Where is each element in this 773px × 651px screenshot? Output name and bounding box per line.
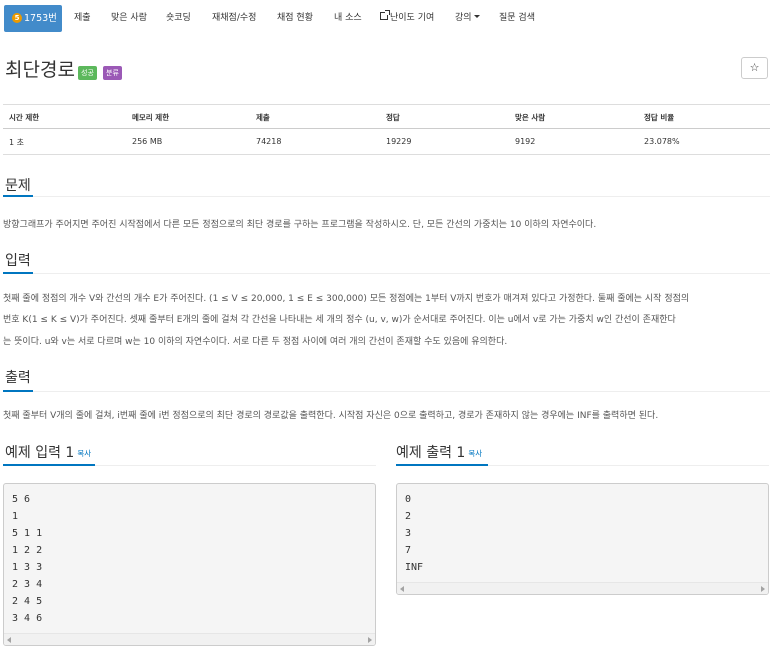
sample-output-content: 0 2 3 7 INF <box>397 484 768 576</box>
sample-input-line: 3 4 6 <box>12 613 43 624</box>
output-text: 첫째 줄부터 V개의 줄에 걸쳐, i번째 줄에 i번 정점으로의 최단 경로의… <box>3 411 659 421</box>
sample-input-scrollbar[interactable] <box>4 633 375 645</box>
sample-output-line: 3 <box>405 528 412 539</box>
header-time-limit: 시간 제한 <box>9 113 40 122</box>
sample-input-box[interactable]: 5 6 1 5 1 1 1 2 2 1 3 3 2 3 4 2 4 5 3 4 … <box>3 483 376 646</box>
category-badge[interactable]: 분류 <box>103 66 122 80</box>
sample-input-line: 1 <box>12 511 19 522</box>
nav-accepted-users[interactable]: 맞은 사람 <box>111 0 147 37</box>
problem-menu: 5 1753번 제출 맞은 사람 숏코딩 재채점/수정 채점 현황 내 소스 난이… <box>0 0 773 37</box>
nav-status[interactable]: 채점 현황 <box>277 0 313 37</box>
sample-input-heading: 예제 입력 1 복사 <box>5 442 91 462</box>
table-bottom-border <box>3 154 770 155</box>
description-text: 방향그래프가 주어지면 주어진 시작점에서 다른 모든 정점으로의 최단 경로를… <box>3 220 597 230</box>
nav-short-coding[interactable]: 숏코딩 <box>166 0 191 37</box>
sample-input-rule <box>95 465 376 466</box>
value-accepted-users: 9192 <box>515 137 536 146</box>
sample-input-line: 2 4 5 <box>12 596 43 607</box>
table-header-border <box>3 128 770 129</box>
star-icon: ☆ <box>749 61 760 74</box>
nav-rejudge[interactable]: 재채점/수정 <box>212 0 256 37</box>
status-badge: 성공 <box>78 66 97 80</box>
value-memory-limit: 256 MB <box>132 137 163 146</box>
value-accepted: 19229 <box>386 137 412 146</box>
scroll-left-icon[interactable] <box>7 637 11 643</box>
table-top-border <box>3 104 770 105</box>
caret-down-icon <box>473 15 480 18</box>
sample-input-underline <box>3 464 95 466</box>
nav-lectures-label: 강의 <box>455 13 472 23</box>
header-memory-limit: 메모리 제한 <box>132 113 170 122</box>
value-submissions: 74218 <box>256 137 282 146</box>
nav-difficulty-contribution[interactable]: 난이도 기여 <box>380 0 434 37</box>
input-text-line-1: 첫째 줄에 정점의 개수 V와 간선의 개수 E가 주어진다. (1 ≤ V ≤… <box>3 294 690 304</box>
sample-output-underline <box>396 464 488 466</box>
copy-sample-input-button[interactable]: 복사 <box>77 449 91 458</box>
description-rule <box>33 196 770 197</box>
sample-output-line: INF <box>405 562 424 573</box>
input-heading: 입력 <box>5 253 31 269</box>
sample-input-content: 5 6 1 5 1 1 1 2 2 1 3 3 2 3 4 2 4 5 3 4 … <box>4 484 375 627</box>
problem-title: 최단경로 <box>5 59 75 81</box>
sample-input-line: 1 2 2 <box>12 545 43 556</box>
value-time-limit: 1 초 <box>9 138 24 147</box>
sample-output-heading: 예제 출력 1 복사 <box>396 442 482 462</box>
copy-sample-output-button[interactable]: 복사 <box>468 449 482 458</box>
sample-output-line: 2 <box>405 511 412 522</box>
header-submissions: 제출 <box>256 113 270 122</box>
output-heading-underline <box>3 390 33 392</box>
sample-output-title: 예제 출력 1 <box>396 445 466 461</box>
sample-output-rule <box>488 465 769 466</box>
nav-submit[interactable]: 제출 <box>74 0 91 37</box>
sample-output-line: 0 <box>405 494 412 505</box>
sample-input-line: 1 3 3 <box>12 562 43 573</box>
nav-lectures-dropdown[interactable]: 강의 <box>455 0 480 37</box>
input-heading-underline <box>3 272 33 274</box>
nav-question-search[interactable]: 질문 검색 <box>499 0 535 37</box>
nav-difficulty-label: 난이도 기여 <box>390 13 435 23</box>
scroll-right-icon[interactable] <box>368 637 372 643</box>
sample-output-box[interactable]: 0 2 3 7 INF <box>396 483 769 595</box>
value-ratio: 23.078% <box>644 137 680 146</box>
input-text-line-2: 번호 K(1 ≤ K ≤ V)가 주어진다. 셋째 줄부터 E개의 줄에 걸쳐 … <box>3 315 676 325</box>
sample-output-line: 7 <box>405 545 412 556</box>
nav-my-source[interactable]: 내 소스 <box>334 0 362 37</box>
description-heading: 문제 <box>5 178 31 194</box>
output-rule <box>33 391 770 392</box>
sample-input-line: 2 3 4 <box>12 579 43 590</box>
sample-input-line: 5 1 1 <box>12 528 43 539</box>
tier-badge-icon: 5 <box>12 13 22 23</box>
sample-input-title: 예제 입력 1 <box>5 445 75 461</box>
header-accepted-users: 맞은 사람 <box>515 113 546 122</box>
header-ratio: 정답 비율 <box>644 113 675 122</box>
scroll-right-icon[interactable] <box>761 586 765 592</box>
problem-number-tab[interactable]: 5 1753번 <box>4 5 62 32</box>
header-accepted: 정답 <box>386 113 400 122</box>
problem-number-label: 1753번 <box>24 13 57 24</box>
sample-output-scrollbar[interactable] <box>397 582 768 594</box>
scroll-left-icon[interactable] <box>400 586 404 592</box>
sample-input-line: 5 6 <box>12 494 31 505</box>
input-rule <box>33 273 770 274</box>
description-heading-underline <box>3 195 33 197</box>
output-heading: 출력 <box>5 370 31 386</box>
external-link-icon <box>380 10 390 20</box>
input-text-line-3: 는 뜻이다. u와 v는 서로 다르며 w는 10 이하의 자연수이다. 서로 … <box>3 337 508 347</box>
favorite-button[interactable]: ☆ <box>741 57 768 79</box>
